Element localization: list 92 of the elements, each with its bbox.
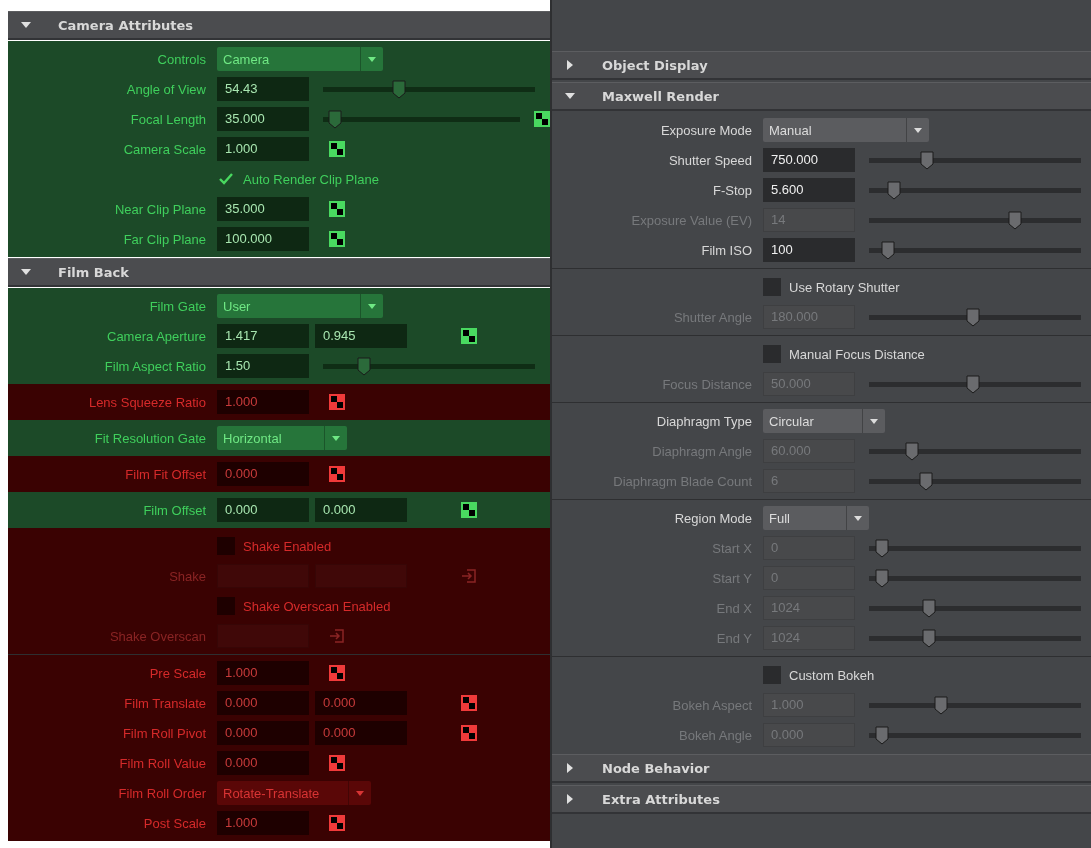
number-field[interactable]: 0.000 (315, 498, 407, 522)
section-header[interactable]: Camera Attributes (8, 11, 550, 40)
number-field[interactable]: 1.000 (217, 390, 309, 414)
number-field[interactable]: 0.945 (315, 324, 407, 348)
slider-thumb[interactable] (920, 150, 935, 170)
dropdown[interactable]: Camera (217, 47, 383, 71)
slider-thumb[interactable] (328, 109, 343, 129)
dropdown[interactable]: Rotate-Translate (217, 781, 371, 805)
attribute-label: Film Gate (149, 298, 206, 314)
attribute-label: Focal Length (130, 111, 206, 127)
attribute-label: Camera Aperture (107, 328, 206, 344)
number-field[interactable]: 1.000 (217, 137, 309, 161)
attribute-label: Film Roll Pivot (122, 725, 206, 741)
number-field[interactable]: 0.000 (217, 691, 309, 715)
checkbox[interactable] (763, 278, 781, 296)
section-header[interactable]: Node Behavior (552, 754, 1091, 783)
slider-thumb[interactable] (886, 180, 901, 200)
checker-icon[interactable] (329, 466, 345, 482)
slider-thumb[interactable] (392, 79, 407, 99)
attribute-label: Exposure Mode (660, 122, 752, 138)
number-field[interactable]: 0.000 (217, 721, 309, 745)
checker-icon[interactable] (329, 201, 345, 217)
number-field[interactable]: 35.000 (217, 107, 309, 131)
attribute-label: Film Translate (124, 695, 206, 711)
checkbox[interactable] (217, 537, 235, 555)
number-field[interactable]: 100 (763, 238, 855, 262)
checkbox[interactable] (763, 666, 781, 684)
number-field[interactable]: 0.000 (217, 751, 309, 775)
number-field[interactable]: 54.43 (217, 77, 309, 101)
number-field[interactable]: 1.417 (217, 324, 309, 348)
attribute-label: Near Clip Plane (114, 201, 206, 217)
slider-thumb[interactable] (356, 356, 371, 376)
section-header[interactable]: Extra Attributes (552, 785, 1091, 814)
attribute-label: Lens Squeeze Ratio (88, 394, 206, 410)
attribute-label: Diaphragm Type (656, 413, 752, 429)
checkbox[interactable] (217, 597, 235, 615)
number-field[interactable]: 750.000 (763, 148, 855, 172)
dropdown[interactable]: Horizontal (217, 426, 347, 450)
attribute-label: Shake (169, 568, 206, 584)
attribute-label: F-Stop (713, 182, 752, 198)
attribute-label: Film Roll Value (119, 755, 206, 771)
checker-icon[interactable] (461, 695, 477, 711)
number-field[interactable]: 1.000 (217, 661, 309, 685)
section-header[interactable]: Film Back (8, 258, 550, 287)
checkbox-label: Shake Enabled (243, 538, 332, 554)
number-field[interactable]: 0.000 (315, 721, 407, 745)
checker-icon[interactable] (329, 815, 345, 831)
checkbox-label: Manual Focus Distance (789, 346, 925, 362)
section-header[interactable]: Maxwell Render (552, 82, 1091, 111)
checkbox-label: Shake Overscan Enabled (243, 598, 391, 614)
number-field[interactable]: 0.000 (315, 691, 407, 715)
number-field[interactable]: 1.50 (217, 354, 309, 378)
attribute-label: Film Aspect Ratio (104, 358, 206, 374)
number-field[interactable]: 1.000 (217, 811, 309, 835)
dropdown[interactable]: Manual (763, 118, 929, 142)
number-field[interactable]: 35.000 (217, 197, 309, 221)
attribute-label: Film Roll Order (118, 785, 206, 801)
attribute-label: Film ISO (701, 242, 752, 258)
checkbox[interactable] (763, 345, 781, 363)
checker-icon[interactable] (329, 665, 345, 681)
dropdown[interactable]: Circular (763, 409, 885, 433)
attribute-label: Camera Scale (123, 141, 206, 157)
checkbox-label: Auto Render Clip Plane (243, 171, 379, 187)
checker-icon[interactable] (329, 394, 345, 410)
checker-icon[interactable] (329, 141, 345, 157)
attribute-label: Far Clip Plane (123, 231, 206, 247)
attribute-label: Shutter Speed (668, 152, 752, 168)
attribute-label: Shake Overscan (109, 628, 206, 644)
number-field[interactable]: 0.000 (217, 462, 309, 486)
slider-thumb[interactable] (880, 240, 895, 260)
checker-icon[interactable] (329, 755, 345, 771)
attribute-label: Post Scale (143, 815, 206, 831)
number-field[interactable]: 0.000 (217, 498, 309, 522)
attribute-label: Region Mode (674, 510, 752, 526)
checker-icon[interactable] (461, 502, 477, 518)
number-field[interactable]: 100.000 (217, 227, 309, 251)
attribute-label: Pre Scale (149, 665, 206, 681)
attribute-label: Film Offset (143, 502, 206, 518)
dropdown[interactable]: User (217, 294, 383, 318)
checker-icon[interactable] (461, 725, 477, 741)
checkbox-label: Custom Bokeh (789, 667, 875, 683)
attribute-label: Angle of View (126, 81, 206, 97)
checker-icon[interactable] (329, 231, 345, 247)
attribute-label: Film Fit Offset (125, 466, 206, 482)
number-field[interactable]: 5.600 (763, 178, 855, 202)
attribute-label: Fit Resolution Gate (94, 430, 206, 446)
section-header[interactable]: Object Display (552, 51, 1091, 80)
attribute-label: Controls (157, 51, 206, 67)
checker-icon[interactable] (534, 111, 550, 127)
dropdown[interactable]: Full (763, 506, 869, 530)
checkbox-label: Use Rotary Shutter (789, 279, 900, 295)
checker-icon[interactable] (461, 328, 477, 344)
